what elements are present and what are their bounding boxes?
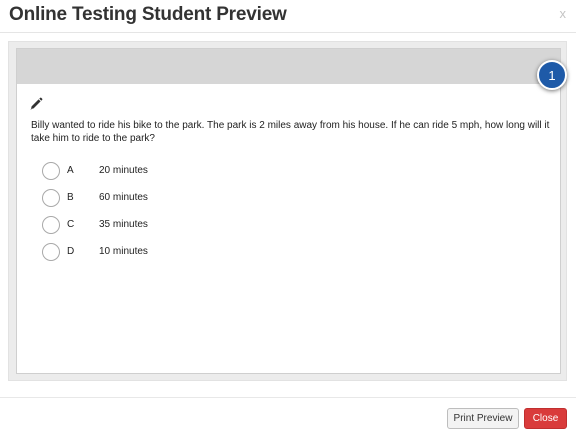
option-text: 10 minutes [99, 246, 148, 257]
option-letter: A [67, 165, 74, 176]
option-text: 60 minutes [99, 192, 148, 203]
option-letter: D [67, 246, 75, 257]
question-text: Billy wanted to ride his bike to the par… [31, 120, 550, 144]
print-preview-button[interactable]: Print Preview [447, 408, 519, 429]
close-x-button[interactable]: x [560, 6, 567, 21]
modal-footer: Print Preview Close [0, 397, 576, 433]
question-header-bar [17, 49, 560, 84]
modal-header: Online Testing Student Preview x [0, 0, 576, 33]
dialog-title: Online Testing Student Preview [9, 4, 287, 25]
option-letter: C [67, 219, 75, 230]
option-letter: B [67, 192, 74, 203]
question-number-badge: 1 [537, 60, 567, 90]
radio-option-d[interactable] [42, 243, 60, 261]
option-text: 20 minutes [99, 165, 148, 176]
modal-body: 1 Billy wanted to ride his bike to the p… [8, 41, 567, 381]
option-text: 35 minutes [99, 219, 148, 230]
pencil-icon[interactable] [29, 97, 43, 111]
close-button[interactable]: Close [524, 408, 567, 429]
radio-option-b[interactable] [42, 189, 60, 207]
question-card: 1 Billy wanted to ride his bike to the p… [16, 48, 567, 374]
radio-option-c[interactable] [42, 216, 60, 234]
radio-option-a[interactable] [42, 162, 60, 180]
